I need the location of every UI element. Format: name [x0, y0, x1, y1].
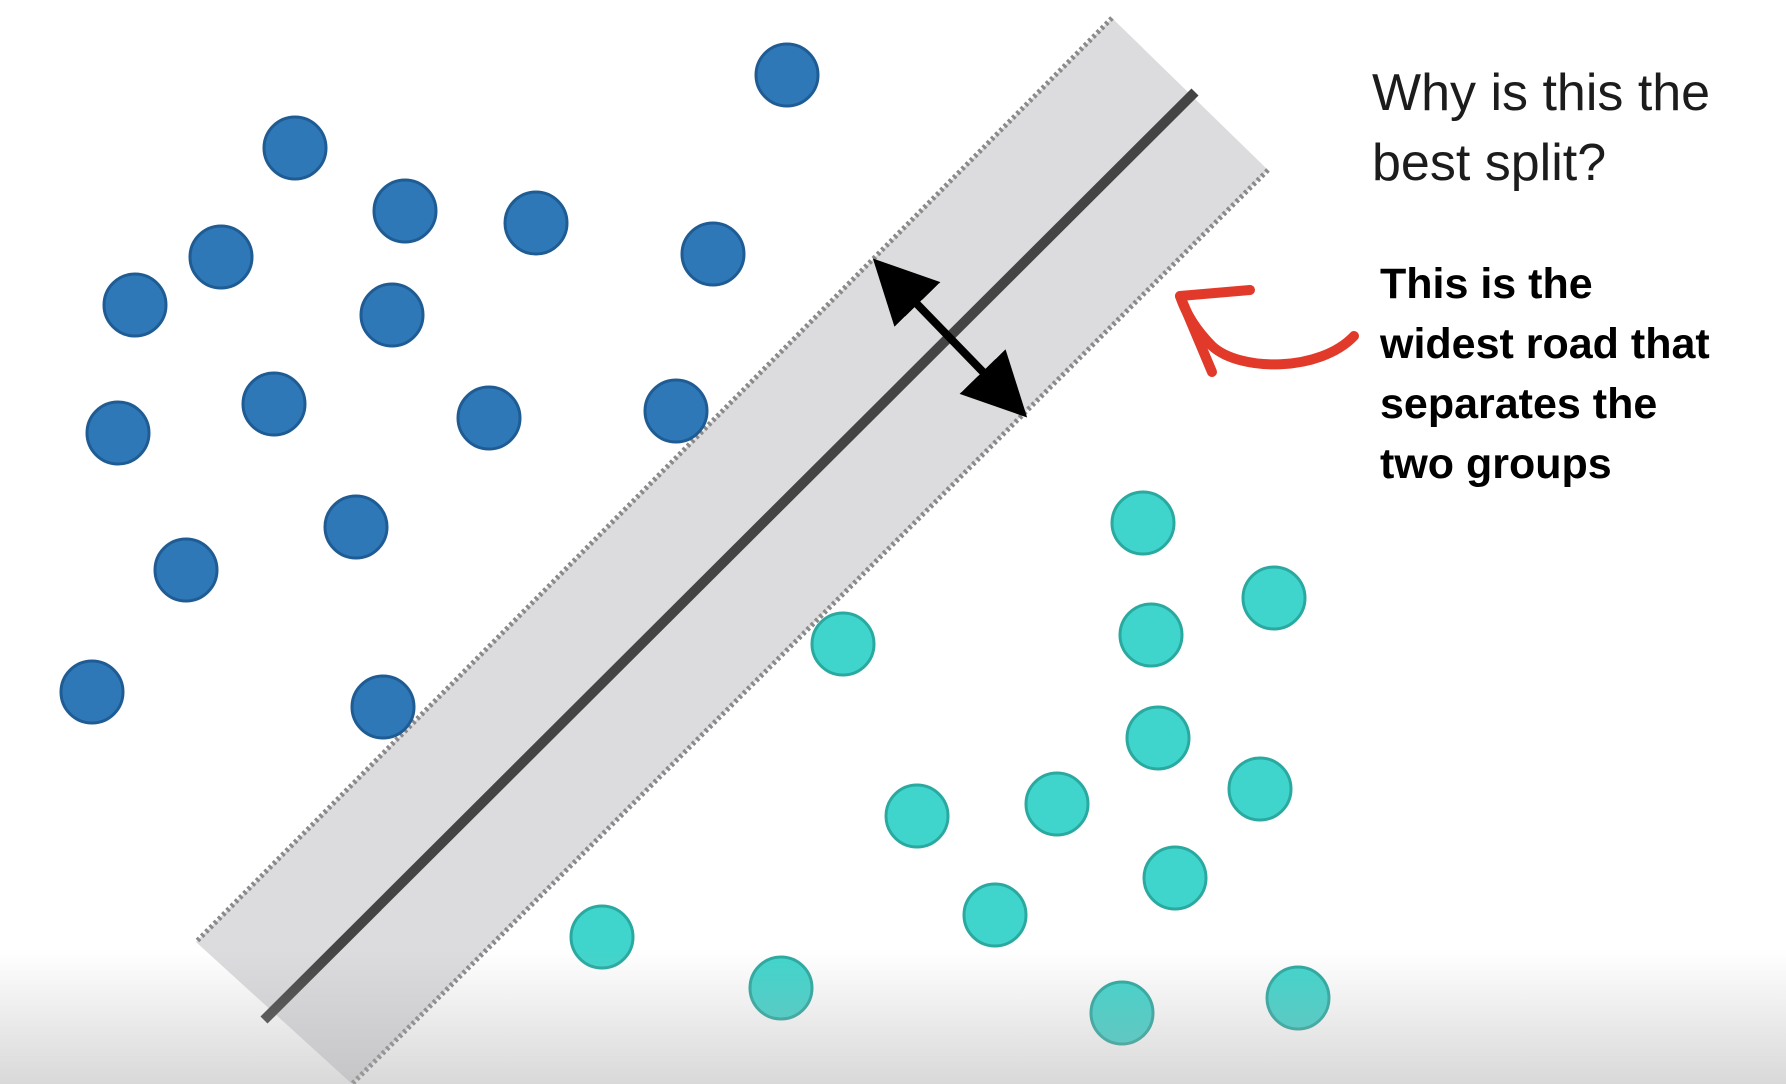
upper-margin-line [194, 16, 1114, 944]
group-a-point [503, 190, 569, 256]
group-b-point [1089, 980, 1155, 1046]
group-b-point [1118, 602, 1184, 668]
answer-line-3: separates the [1380, 380, 1658, 428]
question-line-2: best split? [1372, 134, 1607, 192]
group-b-point [1265, 965, 1331, 1031]
answer-text: This is the widest road that separates t… [1380, 254, 1780, 494]
group-a-point [754, 42, 820, 108]
group-b-point [1125, 705, 1191, 771]
question-text: Why is this the best split? [1372, 58, 1772, 198]
slide: Why is this the best split? This is the … [0, 0, 1786, 1084]
group-b-point [810, 611, 876, 677]
group-b-point [1241, 565, 1307, 631]
group-a-point [102, 272, 168, 338]
group-a-point [153, 537, 219, 603]
group-b-point [962, 882, 1028, 948]
answer-line-1: This is the [1380, 260, 1593, 308]
group-a-point [323, 494, 389, 560]
group-a-point [350, 674, 416, 740]
group-a-point [188, 224, 254, 290]
group-a-point [359, 282, 425, 348]
group-b-point [1024, 771, 1090, 837]
group-b-point [1142, 845, 1208, 911]
group-a-point [456, 385, 522, 451]
group-a-point [643, 378, 709, 444]
group-b-point [1110, 490, 1176, 556]
group-b-point [884, 783, 950, 849]
group-a-point [262, 115, 328, 181]
question-line-1: Why is this the [1372, 64, 1711, 122]
answer-line-4: two groups [1380, 440, 1612, 488]
answer-line-2: widest road that [1380, 320, 1710, 368]
group-b-point [569, 904, 635, 970]
group-a-point [241, 371, 307, 437]
group-b-point [1227, 756, 1293, 822]
group-a-point [372, 178, 438, 244]
group-a-point [680, 221, 746, 287]
group-a-point [59, 659, 125, 725]
group-a-point [85, 400, 151, 466]
curved-arrow-icon [1175, 285, 1359, 377]
group-b-point [748, 955, 814, 1021]
